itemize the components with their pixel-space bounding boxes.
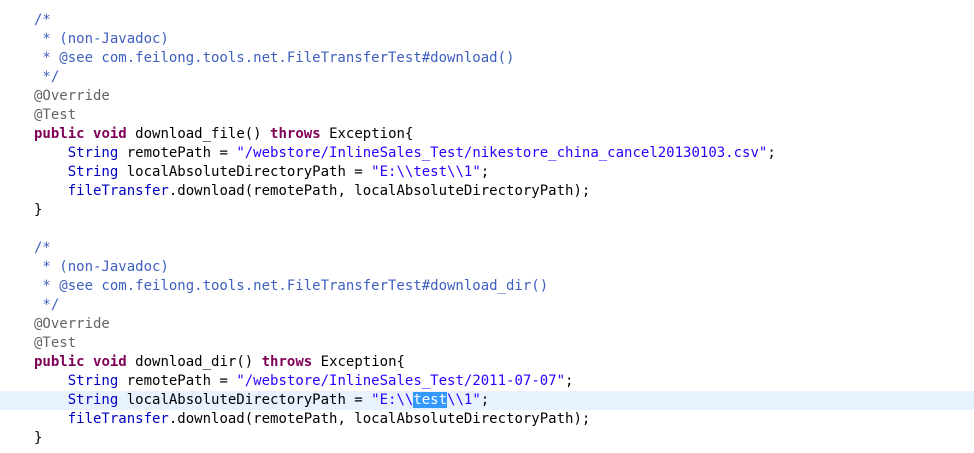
keyword-throws: throws bbox=[270, 126, 321, 142]
code-line[interactable]: */ bbox=[0, 296, 974, 315]
annotation-test: @Test bbox=[34, 107, 77, 123]
semicolon: ; bbox=[480, 392, 490, 408]
code-line[interactable]: } bbox=[0, 201, 974, 220]
semicolon: ; bbox=[565, 373, 574, 389]
annotation-override: @Override bbox=[34, 88, 110, 104]
keyword-void: void bbox=[93, 126, 127, 142]
code-line[interactable]: * @see com.feilong.tools.net.FileTransfe… bbox=[0, 277, 974, 296]
string-literal: "/webstore/InlineSales_Test/2011-07-07" bbox=[236, 373, 566, 389]
code-line[interactable]: * (non-Javadoc) bbox=[0, 258, 974, 277]
method-name: download_dir() bbox=[135, 354, 254, 370]
code-line[interactable]: */ bbox=[0, 68, 974, 87]
string-literal: "E:\\ bbox=[371, 392, 414, 408]
annotation-override: @Override bbox=[34, 316, 110, 332]
type-string: String bbox=[67, 164, 119, 180]
code-line[interactable]: * (non-Javadoc) bbox=[0, 30, 974, 49]
closing-brace: } bbox=[34, 202, 43, 218]
code-line[interactable]: @Override bbox=[0, 315, 974, 334]
keyword-throws: throws bbox=[261, 354, 313, 370]
code-line[interactable]: @Test bbox=[0, 106, 974, 125]
method-call: .download(remotePath, localAbsoluteDirec… bbox=[168, 183, 591, 199]
keyword-public: public bbox=[34, 354, 85, 370]
code-line[interactable]: * @see com.feilong.tools.net.FileTransfe… bbox=[0, 49, 974, 68]
exception-type: Exception{ bbox=[320, 354, 405, 370]
code-line[interactable]: public void download_dir() throws Except… bbox=[0, 353, 974, 372]
variable-declaration: localAbsoluteDirectoryPath = bbox=[126, 392, 372, 408]
type-string: String bbox=[67, 392, 119, 408]
code-line[interactable]: String remotePath = "/webstore/InlineSal… bbox=[0, 144, 974, 163]
current-code-line[interactable]: String localAbsoluteDirectoryPath = "E:\… bbox=[0, 391, 974, 410]
code-line[interactable]: public void download_file() throws Excep… bbox=[0, 125, 974, 144]
comment-text: /* bbox=[34, 12, 51, 28]
field-reference: fileTransfer bbox=[67, 411, 169, 427]
code-line[interactable]: @Test bbox=[0, 334, 974, 353]
code-line[interactable]: fileTransfer.download(remotePath, localA… bbox=[0, 182, 974, 201]
comment-text: */ bbox=[34, 297, 60, 313]
annotation-test: @Test bbox=[34, 335, 77, 351]
keyword-void: void bbox=[93, 354, 127, 370]
comment-text: * @see com.feilong.tools.net.FileTransfe… bbox=[34, 50, 515, 66]
comment-text: */ bbox=[34, 69, 60, 85]
exception-type: Exception{ bbox=[329, 126, 414, 142]
semicolon: ; bbox=[767, 145, 776, 161]
string-literal: "/webstore/InlineSales_Test/nikestore_ch… bbox=[236, 145, 768, 161]
variable-declaration: remotePath = bbox=[126, 373, 237, 389]
variable-declaration: localAbsoluteDirectoryPath = bbox=[126, 164, 372, 180]
variable-declaration: remotePath = bbox=[126, 145, 237, 161]
method-call: .download(remotePath, localAbsoluteDirec… bbox=[168, 411, 591, 427]
text-selection[interactable]: test bbox=[413, 392, 448, 408]
type-string: String bbox=[67, 145, 119, 161]
method-name: download_file() bbox=[135, 126, 262, 142]
comment-text: * @see com.feilong.tools.net.FileTransfe… bbox=[34, 278, 549, 294]
code-line[interactable]: @Override bbox=[0, 87, 974, 106]
closing-brace: } bbox=[34, 430, 43, 446]
code-line[interactable]: fileTransfer.download(remotePath, localA… bbox=[0, 410, 974, 429]
code-line[interactable]: } bbox=[0, 429, 974, 448]
type-string: String bbox=[67, 373, 119, 389]
comment-text: /* bbox=[34, 240, 51, 256]
string-literal: \\1" bbox=[447, 392, 481, 408]
comment-text: * (non-Javadoc) bbox=[34, 259, 169, 275]
semicolon: ; bbox=[480, 164, 490, 180]
string-literal: "E:\\test\\1" bbox=[371, 164, 481, 180]
field-reference: fileTransfer bbox=[67, 183, 169, 199]
code-line[interactable]: /* bbox=[0, 239, 974, 258]
keyword-public: public bbox=[34, 126, 85, 142]
code-line[interactable]: /* bbox=[0, 11, 974, 30]
code-line[interactable]: String remotePath = "/webstore/InlineSal… bbox=[0, 372, 974, 391]
comment-text: * (non-Javadoc) bbox=[34, 31, 169, 47]
code-line[interactable]: String localAbsoluteDirectoryPath = "E:\… bbox=[0, 163, 974, 182]
code-editor[interactable]: /* * (non-Javadoc) * @see com.feilong.to… bbox=[0, 0, 974, 453]
